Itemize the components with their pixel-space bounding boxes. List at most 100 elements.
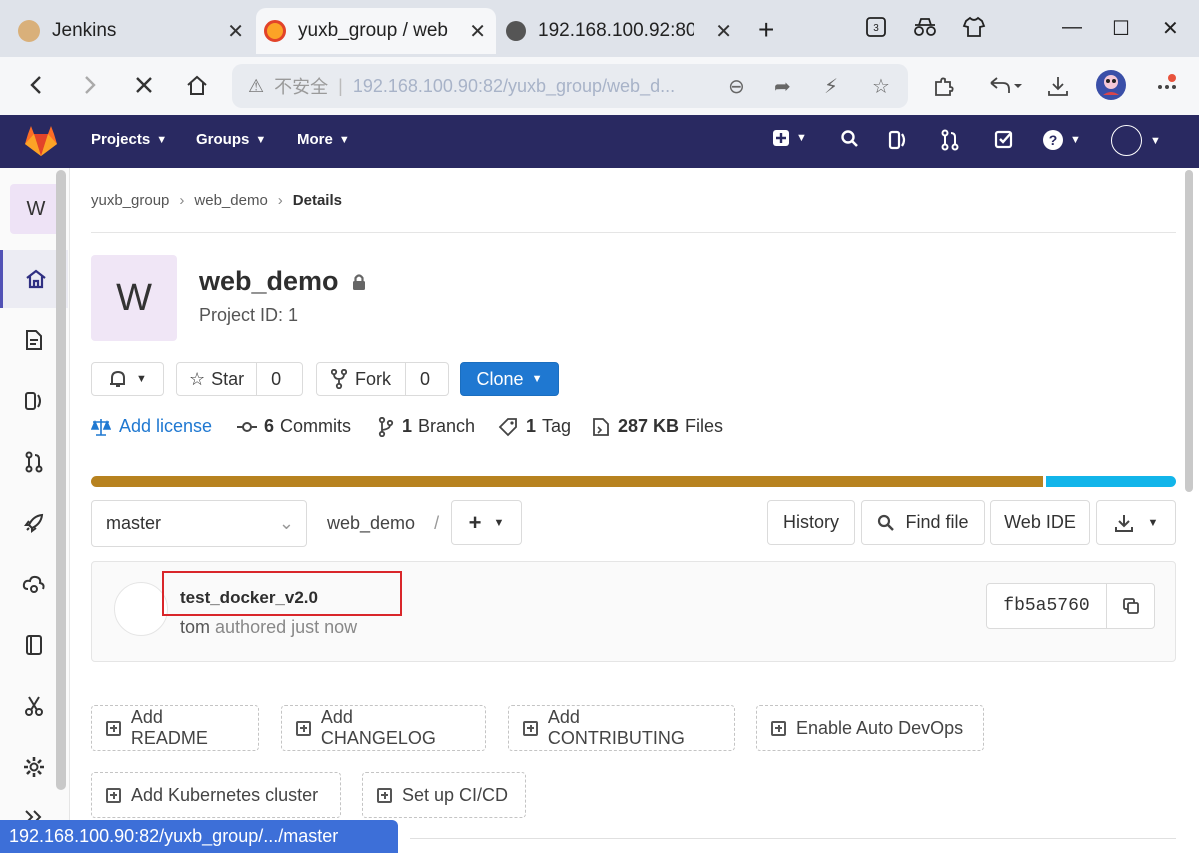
- help-icon[interactable]: ? ▼: [1042, 129, 1081, 151]
- star-count[interactable]: 0: [256, 363, 295, 395]
- bell-icon: [110, 370, 126, 387]
- address-bar[interactable]: ⚠ 不安全 | 192.168.100.90:82/yuxb_group/web…: [232, 64, 908, 108]
- repo-root-link[interactable]: web_demo: [327, 513, 415, 533]
- setup-ci-cd-button[interactable]: Set up CI/CD: [362, 772, 526, 818]
- tab-jenkins[interactable]: Jenkins ✕: [18, 8, 254, 54]
- search-icon[interactable]: [840, 129, 860, 149]
- profile-avatar[interactable]: [1095, 69, 1127, 101]
- fork-count[interactable]: 0: [405, 363, 444, 395]
- sidebar-scrollbar[interactable]: [56, 170, 66, 790]
- repo-path: web_demo /: [327, 513, 440, 533]
- page-scrollbar[interactable]: [1185, 170, 1193, 492]
- new-item-plus-icon[interactable]: ▼: [772, 129, 807, 147]
- forward-icon[interactable]: [76, 71, 104, 99]
- todos-icon[interactable]: [994, 129, 1014, 149]
- lightning-icon[interactable]: ⚡: [824, 74, 838, 99]
- issues-nav-icon[interactable]: [888, 129, 908, 151]
- new-tab-button[interactable]: +: [758, 14, 774, 46]
- web-ide-button[interactable]: Web IDE: [990, 500, 1090, 545]
- gear-icon: [24, 757, 44, 777]
- plus-icon: +: [468, 509, 482, 535]
- commit-author-avatar[interactable]: [114, 582, 168, 636]
- fork-button[interactable]: Fork 0: [316, 362, 449, 396]
- download-icon[interactable]: [1044, 72, 1072, 100]
- scale-icon: [91, 418, 111, 436]
- language-segment[interactable]: [91, 476, 1044, 487]
- plus-square-icon: [771, 720, 786, 736]
- download-dropdown[interactable]: ▼: [1096, 500, 1176, 545]
- tab-server[interactable]: 192.168.100.92:80 ✕: [506, 8, 742, 54]
- back-icon[interactable]: [22, 71, 50, 99]
- chevron-down-icon: ⌄: [278, 513, 294, 533]
- extensions-icon[interactable]: [930, 72, 958, 100]
- commit-sha[interactable]: fb5a5760: [987, 584, 1107, 628]
- close-tab-icon[interactable]: ✕: [227, 19, 244, 44]
- files-link[interactable]: 287 KB Files: [592, 416, 723, 437]
- not-secure-warning-icon[interactable]: ⚠: [248, 76, 264, 97]
- close-tab-icon[interactable]: ✕: [715, 19, 732, 44]
- find-file-button[interactable]: Find file: [861, 500, 985, 545]
- gitlab-logo-icon[interactable]: [24, 125, 58, 157]
- stop-loading-icon[interactable]: [130, 71, 158, 99]
- groups-menu[interactable]: Groups ▼: [196, 131, 266, 148]
- more-menu[interactable]: More ▼: [297, 131, 350, 148]
- zoom-icon[interactable]: ⊖: [728, 74, 745, 99]
- breadcrumb-group-link[interactable]: yuxb_group: [91, 192, 169, 209]
- bookmark-star-icon[interactable]: ☆: [872, 74, 890, 99]
- add-file-dropdown[interactable]: + ▼: [451, 500, 522, 545]
- add-contributing-button[interactable]: Add CONTRIBUTING: [508, 705, 735, 751]
- plus-square-icon: [377, 787, 392, 803]
- chevron-down-icon: ▼: [493, 516, 505, 529]
- star-button[interactable]: ☆ Star 0: [176, 362, 303, 396]
- copy-sha-button[interactable]: [1107, 584, 1154, 628]
- browser-menu-icon[interactable]: [1152, 70, 1180, 98]
- last-commit-panel: test_docker_v2.0 tom authored just now f…: [91, 561, 1176, 662]
- user-avatar-menu[interactable]: ▼: [1111, 125, 1161, 156]
- project-avatar: W: [91, 255, 177, 341]
- add-changelog-button[interactable]: Add CHANGELOG: [281, 705, 486, 751]
- download-icon: [1114, 514, 1133, 532]
- history-button[interactable]: History: [767, 500, 855, 545]
- close-window-icon[interactable]: ✕: [1162, 16, 1179, 41]
- branch-select[interactable]: master ⌄: [91, 500, 307, 547]
- commit-author-link[interactable]: tom: [180, 617, 210, 637]
- breadcrumb-project-link[interactable]: web_demo: [194, 192, 267, 209]
- tab-count-icon[interactable]: 3: [865, 16, 887, 38]
- clone-button[interactable]: Clone ▼: [460, 362, 559, 396]
- notification-button[interactable]: ▼: [91, 362, 164, 396]
- site-favicon-icon: [506, 21, 526, 41]
- issues-icon: [25, 392, 41, 410]
- add-kubernetes-cluster-button[interactable]: Add Kubernetes cluster: [91, 772, 341, 818]
- close-tab-icon[interactable]: ✕: [469, 19, 486, 44]
- copy-icon: [1122, 598, 1139, 614]
- chevron-right-icon: ›: [277, 192, 283, 209]
- sidebar-project-avatar[interactable]: W: [10, 184, 62, 234]
- url-text[interactable]: 192.168.100.90:82/yuxb_group/web_d...: [353, 76, 675, 97]
- undo-history-icon[interactable]: [985, 72, 1025, 100]
- share-icon[interactable]: ➦: [774, 74, 791, 99]
- projects-menu[interactable]: Projects ▼: [91, 131, 167, 148]
- add-license-link[interactable]: Add license: [91, 416, 212, 437]
- repository-languages-bar: [91, 476, 1176, 487]
- plus-square-icon: [106, 787, 121, 803]
- tab-gitlab[interactable]: yuxb_group / web ✕: [256, 8, 496, 54]
- incognito-icon[interactable]: [913, 16, 937, 38]
- merge-requests-nav-icon[interactable]: [940, 129, 960, 151]
- chevron-down-icon: ▼: [1147, 516, 1159, 529]
- enable-auto-devops-button[interactable]: Enable Auto DevOps: [756, 705, 984, 751]
- add-readme-button[interactable]: Add README: [91, 705, 259, 751]
- scissors-icon: [25, 696, 43, 716]
- commit-icon: [237, 421, 257, 432]
- language-segment[interactable]: [1046, 476, 1176, 487]
- browser-tab-strip: Jenkins ✕ yuxb_group / web ✕ 192.168.100…: [0, 0, 1199, 62]
- minimize-icon[interactable]: —: [1062, 16, 1082, 39]
- commits-link[interactable]: 6 Commits: [236, 416, 351, 437]
- home-icon[interactable]: [183, 71, 211, 99]
- maximize-icon[interactable]: ☐: [1112, 16, 1130, 41]
- tags-link[interactable]: 1 Tag: [498, 416, 571, 437]
- divider: [410, 838, 1176, 839]
- branches-link[interactable]: 1 Branch: [378, 416, 475, 437]
- user-avatar[interactable]: [1111, 125, 1142, 156]
- extensions-shirt-icon[interactable]: [962, 16, 986, 38]
- project-id: Project ID: 1: [199, 305, 299, 325]
